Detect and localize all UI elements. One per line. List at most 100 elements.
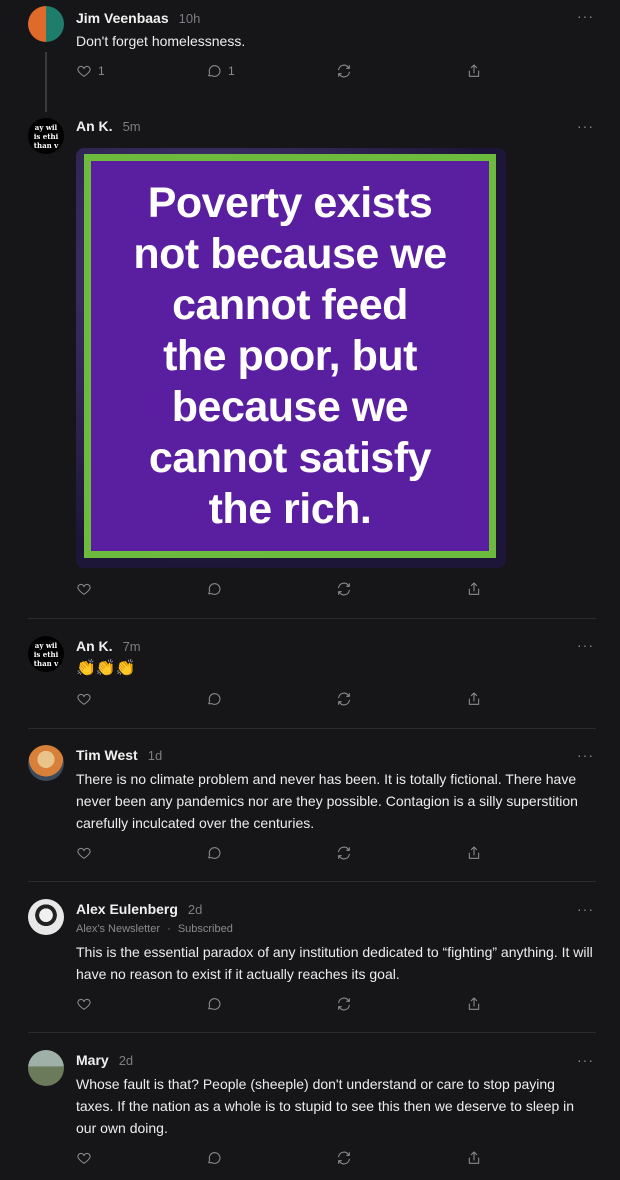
action-bar [76, 581, 486, 601]
share-button[interactable] [466, 845, 482, 861]
comment-header: Jim Veenbaas 10h [76, 10, 200, 26]
avatar-text: is ethi [33, 131, 59, 141]
attached-image[interactable]: Poverty exists not because we cannot fee… [76, 148, 506, 568]
restack-button[interactable] [336, 63, 352, 79]
share-button[interactable] [466, 63, 482, 79]
restack-button[interactable] [336, 1150, 352, 1166]
comment-header: Tim West 1d [76, 747, 162, 763]
divider [28, 618, 596, 619]
heart-icon [77, 693, 91, 705]
share-button[interactable] [466, 581, 482, 597]
comment-header: An K. 5m [76, 118, 141, 134]
avatar[interactable]: ay wil is ethi than v [28, 636, 64, 672]
reply-button[interactable]: 1 [206, 63, 235, 79]
comment-header: Mary 2d [76, 1052, 133, 1068]
avatar-text: than v [33, 140, 59, 150]
like-button[interactable] [76, 996, 92, 1012]
action-bar [76, 691, 486, 711]
comment-icon [208, 65, 221, 77]
restack-icon [338, 846, 350, 860]
quote-frame: Poverty exists not because we cannot fee… [84, 154, 496, 558]
more-options-button[interactable]: ··· [577, 118, 594, 134]
restack-button[interactable] [336, 581, 352, 597]
reply-button[interactable] [206, 996, 222, 1012]
avatar[interactable] [28, 1050, 64, 1086]
reply-button[interactable] [206, 581, 222, 597]
author-name[interactable]: An K. [76, 118, 113, 134]
subscribed-badge: Subscribed [177, 923, 233, 935]
avatar-text: than v [33, 658, 59, 668]
more-options-button[interactable]: ··· [577, 637, 594, 653]
heart-icon [77, 1152, 91, 1164]
share-button[interactable] [466, 996, 482, 1012]
author-name[interactable]: Tim West [76, 747, 138, 763]
more-options-button[interactable]: ··· [577, 1052, 594, 1068]
timestamp[interactable]: 7m [123, 639, 141, 654]
reply-button[interactable] [206, 845, 222, 861]
author-name[interactable]: An K. [76, 638, 113, 654]
timestamp[interactable]: 1d [148, 748, 162, 763]
newsletter-line: Alex's Newsletter · Subscribed [76, 923, 233, 935]
heart-icon [77, 65, 91, 77]
timestamp[interactable]: 2d [188, 902, 202, 917]
restack-icon [338, 1151, 350, 1165]
share-button[interactable] [466, 691, 482, 707]
more-options-button[interactable]: ··· [577, 8, 594, 24]
like-button[interactable] [76, 581, 92, 597]
avatar[interactable] [28, 745, 64, 781]
share-icon [468, 997, 480, 1010]
comment-icon [208, 847, 221, 859]
like-button[interactable] [76, 845, 92, 861]
comment-icon [208, 998, 221, 1010]
restack-icon [338, 692, 350, 706]
author-name[interactable]: Mary [76, 1052, 109, 1068]
timestamp[interactable]: 5m [123, 119, 141, 134]
comment-text: Don't forget homelessness. [76, 33, 246, 49]
comment-text: Whose fault is that? People (sheeple) do… [76, 1076, 575, 1136]
avatar-text: ay wil [34, 640, 58, 650]
action-bar [76, 845, 486, 865]
divider [28, 728, 596, 729]
share-button[interactable] [466, 1150, 482, 1166]
avatar-text: ay wil [34, 122, 58, 132]
restack-icon [338, 997, 350, 1011]
newsletter-link[interactable]: Alex's Newsletter [76, 923, 160, 935]
quote-text: Poverty exists not because we cannot fee… [133, 178, 447, 533]
share-icon [468, 846, 480, 859]
avatar[interactable] [28, 899, 64, 935]
author-name[interactable]: Jim Veenbaas [76, 10, 169, 26]
reply-button[interactable] [206, 1150, 222, 1166]
author-name[interactable]: Alex Eulenberg [76, 901, 178, 917]
separator: · [167, 923, 171, 935]
avatar-text: is ethi [33, 649, 59, 659]
reply-count: 1 [228, 64, 235, 78]
comment-icon [208, 583, 221, 595]
action-bar [76, 996, 486, 1016]
like-button[interactable] [76, 691, 92, 707]
share-icon [468, 692, 480, 705]
comment-header: An K. 7m [76, 638, 141, 654]
timestamp[interactable]: 10h [179, 11, 201, 26]
divider [28, 1032, 596, 1033]
like-button[interactable]: 1 [76, 63, 105, 79]
action-bar [76, 1150, 486, 1170]
heart-icon [77, 998, 91, 1010]
like-button[interactable] [76, 1150, 92, 1166]
reply-button[interactable] [206, 691, 222, 707]
share-icon [468, 1151, 480, 1164]
timestamp[interactable]: 2d [119, 1053, 133, 1068]
more-options-button[interactable]: ··· [577, 901, 594, 917]
share-icon [468, 582, 480, 595]
comment-text: 👏👏👏 [76, 660, 136, 677]
restack-button[interactable] [336, 996, 352, 1012]
thread-line [45, 52, 47, 112]
avatar[interactable]: ay wil is ethi than v [28, 118, 64, 154]
restack-button[interactable] [336, 845, 352, 861]
comment-icon [208, 1152, 221, 1164]
more-options-button[interactable]: ··· [577, 747, 594, 763]
avatar[interactable] [28, 6, 64, 42]
restack-button[interactable] [336, 691, 352, 707]
action-bar: 1 1 [76, 63, 486, 83]
comment-text: There is no climate problem and never ha… [76, 771, 578, 831]
restack-icon [338, 64, 350, 78]
